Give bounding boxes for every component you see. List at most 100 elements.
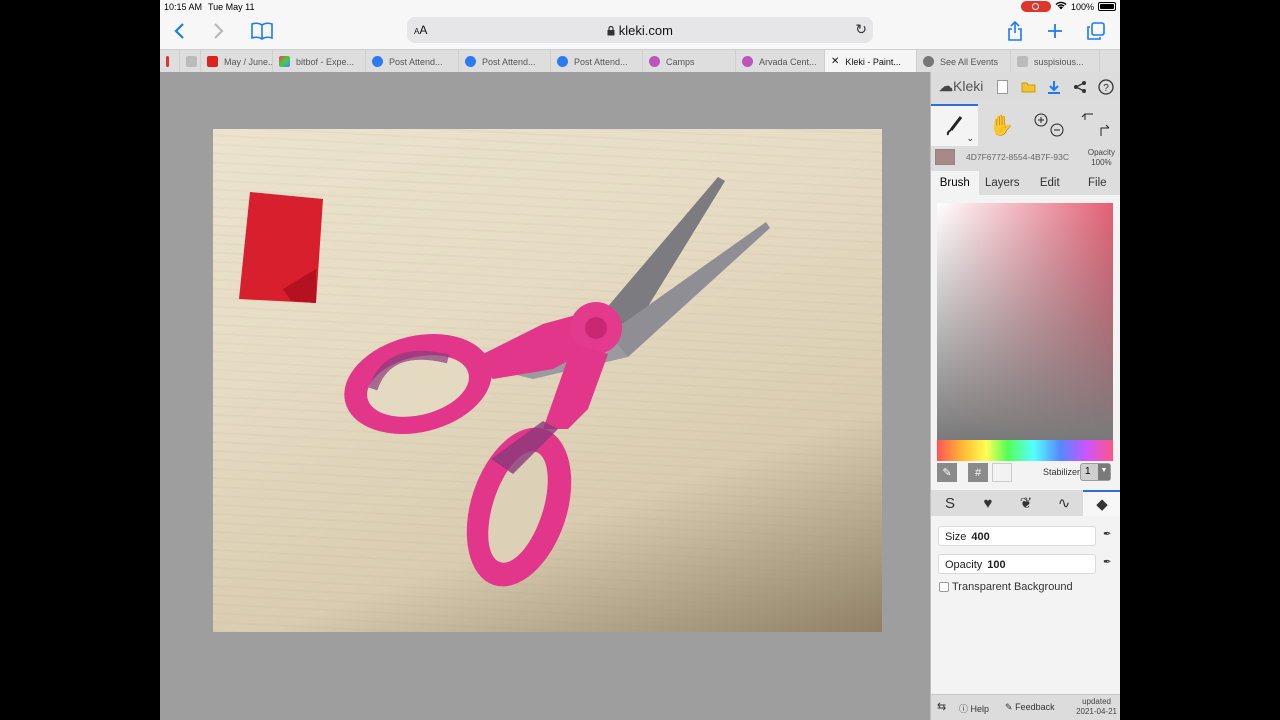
tab-favicon: [465, 56, 476, 67]
brush-settings-pane: ✎ # Stabilizer 1 ▼ S ♥ ❦ ∿ ◆ Size 400 ✒ Op…: [931, 195, 1120, 720]
swap-sides-icon[interactable]: ⇆: [937, 700, 946, 713]
tab-favicon: [166, 56, 169, 67]
address-bar[interactable]: AA kleki.com ↻: [407, 17, 873, 43]
opacity-slider[interactable]: Opacity 100: [938, 554, 1096, 574]
ipad-screen: 10:15 AM Tue May 11 100% AA kleki.com ↻ …: [160, 0, 1120, 720]
stabilizer-select[interactable]: 1 ▼: [1080, 463, 1111, 481]
scissors-image: [239, 177, 770, 587]
tab-item[interactable]: [180, 50, 201, 73]
hand-tool-button[interactable]: ✋: [978, 104, 1025, 146]
hex-button[interactable]: #: [968, 463, 988, 482]
pen-brush-icon[interactable]: S: [931, 490, 969, 516]
tool-row: ⌄ ✋: [931, 104, 1120, 146]
tab-file[interactable]: File: [1074, 171, 1121, 195]
layer-preview-row[interactable]: 4D7F6772-8554-4B7F-93C Opacity 100%: [931, 146, 1120, 170]
url-label: kleki.com: [618, 23, 673, 38]
size-slider[interactable]: Size 400: [938, 526, 1096, 546]
stabilizer-label: Stabilizer: [1042, 467, 1080, 477]
feedback-icon: ✎: [1005, 702, 1013, 712]
transparent-background-checkbox[interactable]: [939, 582, 949, 592]
opacity-label: Opacity: [945, 559, 983, 571]
help-link[interactable]: ⓘ Help: [959, 702, 989, 715]
help-icon: ⓘ: [959, 704, 969, 714]
forward-button[interactable]: [206, 18, 232, 44]
canvas-photo[interactable]: [213, 129, 882, 632]
updated-label: updated: [1082, 697, 1111, 706]
tab-item[interactable]: Camps: [643, 50, 736, 73]
svg-text:?: ?: [1103, 83, 1109, 94]
panel-footer: ⇆ ⓘ Help ✎ Feedback updated 2021-04-21: [931, 694, 1120, 720]
help-icon[interactable]: ?: [1097, 78, 1115, 96]
current-color-swatch[interactable]: [992, 463, 1012, 482]
eyedropper-icon[interactable]: ✎: [937, 463, 957, 482]
opacity-value: 100: [987, 559, 1006, 571]
tab-item[interactable]: Post Attend...: [551, 50, 643, 73]
battery-percent: 100%: [1070, 1, 1094, 12]
new-tab-icon[interactable]: [1042, 18, 1068, 44]
share-icon[interactable]: [1071, 78, 1089, 96]
open-folder-icon[interactable]: [1019, 78, 1037, 96]
tab-favicon: [279, 56, 290, 67]
tab-item[interactable]: Arvada Cent...: [736, 50, 825, 73]
tab-title: May / June...: [224, 56, 273, 67]
tab-item[interactable]: bitbof - Expe...: [273, 50, 366, 73]
feedback-link[interactable]: ✎ Feedback: [1005, 702, 1055, 713]
tab-title: Kleki - Paint...: [845, 56, 901, 67]
pressure-size-icon[interactable]: ✒: [1103, 529, 1111, 540]
tab-layers[interactable]: Layers: [979, 171, 1027, 195]
drawing-canvas-area[interactable]: [160, 72, 930, 720]
pressure-opacity-icon[interactable]: ✒: [1103, 557, 1111, 568]
brush-tool-button[interactable]: ⌄: [931, 104, 978, 146]
download-icon[interactable]: [1045, 78, 1063, 96]
tab-bar: May / June... bitbof - Expe... Post Atte…: [160, 49, 1120, 73]
share-icon[interactable]: [1002, 18, 1028, 44]
sketchy-brush-icon[interactable]: ❦: [1007, 490, 1045, 516]
tab-title: suspisious...: [1034, 56, 1084, 67]
tab-item[interactable]: [160, 50, 180, 73]
transparent-background-toggle[interactable]: Transparent Background: [939, 581, 1073, 593]
smooth-brush-icon[interactable]: ∿: [1045, 490, 1083, 516]
tab-edit[interactable]: Edit: [1026, 171, 1074, 195]
tab-favicon: [557, 56, 568, 67]
status-bar: 10:15 AM Tue May 11 100%: [160, 0, 1120, 14]
zoom-buttons[interactable]: [1025, 104, 1072, 146]
size-value: 400: [971, 531, 990, 543]
saturation-value-picker[interactable]: [937, 203, 1113, 440]
status-time: 10:15 AM: [164, 2, 203, 12]
layer-name: 4D7F6772-8554-4B7F-93C: [966, 152, 1070, 162]
tab-brush[interactable]: Brush: [931, 171, 979, 195]
tab-item[interactable]: See All Events: [917, 50, 1011, 73]
status-date: Tue May 11: [208, 2, 255, 12]
kleki-side-panel: ☁Kleki ? ⌄ ✋ 4D7F6772-8554-4B7F-93C Opac…: [930, 72, 1120, 720]
hue-slider[interactable]: [937, 440, 1113, 461]
tab-item[interactable]: Post Attend...: [366, 50, 459, 73]
layer-thumbnail: [935, 149, 955, 165]
close-tab-icon[interactable]: ✕: [831, 56, 839, 67]
tabs-overview-icon[interactable]: [1083, 18, 1109, 44]
new-image-icon[interactable]: [993, 78, 1011, 96]
size-label: Size: [945, 531, 967, 543]
screen-recording-icon[interactable]: [1020, 1, 1051, 12]
tab-item[interactable]: suspisious...: [1011, 50, 1100, 73]
bookmarks-icon[interactable]: [249, 18, 275, 44]
tab-item-active[interactable]: ✕ Kleki - Paint...: [825, 50, 917, 73]
tab-title: bitbof - Expe...: [296, 56, 355, 67]
eraser-icon[interactable]: ◆: [1083, 490, 1120, 516]
tab-favicon: [649, 56, 660, 67]
tab-title: Post Attend...: [574, 56, 628, 67]
kleki-logo-text: Kleki: [953, 78, 984, 94]
updated-info: updated 2021-04-21: [1076, 697, 1117, 717]
tab-favicon: [186, 56, 197, 67]
tab-favicon: [372, 56, 383, 67]
undo-redo-buttons[interactable]: [1073, 104, 1120, 146]
battery-icon: [1098, 2, 1116, 11]
updated-date: 2021-04-21: [1076, 707, 1117, 716]
back-button[interactable]: [166, 18, 192, 44]
blend-brush-icon[interactable]: ♥: [969, 490, 1007, 516]
tab-favicon: [1017, 56, 1028, 67]
stabilizer-value: 1: [1085, 466, 1091, 477]
reload-icon[interactable]: ↻: [855, 21, 867, 38]
tab-item[interactable]: May / June...: [201, 50, 273, 73]
tab-title: Post Attend...: [389, 56, 443, 67]
tab-item[interactable]: Post Attend...: [459, 50, 551, 73]
